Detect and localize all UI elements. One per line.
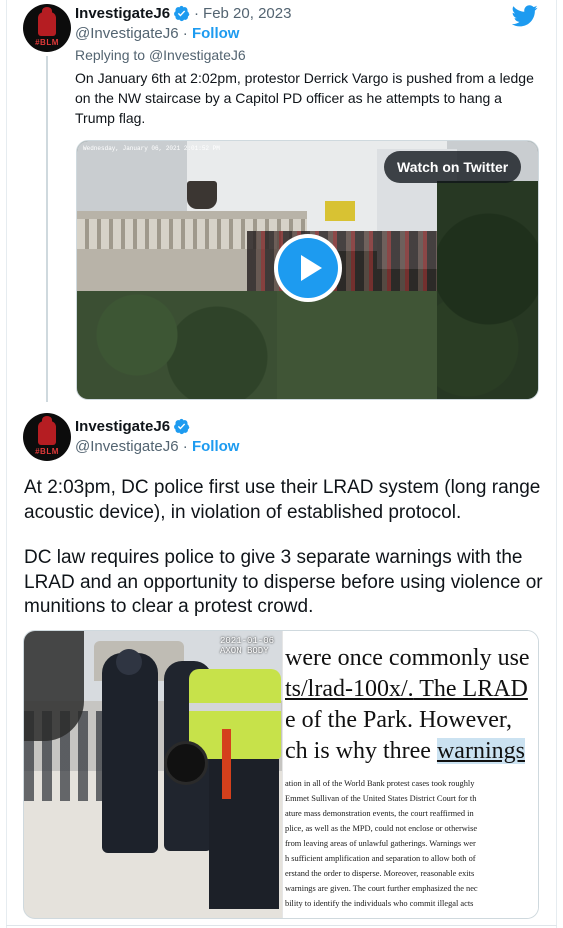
document-line-small: ation in all of the World Bank protest c… [285,779,475,788]
follow-button[interactable]: Follow [192,438,240,455]
photo-foreground-tree [24,631,84,741]
play-icon [278,238,338,298]
video-timestamp-overlay: Wednesday, January 06, 2021 2:01:52 PM [83,145,220,152]
bodycam-label: AXON BODY [220,646,269,656]
bodycam-date: 2021-01-06 [220,636,275,646]
quoted-author-row: InvestigateJ6 · Feb 20, 2023 [75,5,291,22]
document-line-small: ature mass demonstration events, the cou… [285,809,474,818]
photo-hi-vis-vest [189,669,281,759]
tweet-text-paragraph-1: At 2:03pm, DC police first use their LRA… [24,477,541,523]
document-text: The LRAD [413,676,528,702]
play-button[interactable] [274,234,342,302]
avatar[interactable]: #BLM [23,4,71,52]
video-player[interactable]: Wednesday, January 06, 2021 2:01:52 PM W… [76,140,539,400]
replying-to-label: Replying to [75,47,146,63]
document-text: ch is why three [285,738,437,764]
replying-to: Replying to @InvestigateJ6 [75,47,246,63]
bodycam-photo[interactable]: 2021-01-06 AXON BODY [24,631,282,918]
video-frame-lawn [277,291,447,399]
verified-badge-icon [174,5,190,22]
author-name[interactable]: InvestigateJ6 [75,5,170,22]
photo-officer [102,653,158,853]
play-triangle [301,255,322,281]
document-text: e of the Park. However, [285,707,512,733]
main-author-row: InvestigateJ6 [75,418,190,435]
photo-orange-pole [222,729,231,799]
quoted-tweet-text: On January 6th at 2:02pm, protestor Derr… [75,70,534,126]
document-link-text: ts/lrad-100x/. [285,676,414,702]
avatar-label: #BLM [35,447,59,456]
document-highlighted-text: warnings [436,738,525,764]
tweet-date[interactable]: Feb 20, 2023 [203,5,291,22]
tweet-text-paragraph-2: DC law requires police to give 3 separat… [24,547,543,617]
avatar[interactable]: #BLM [23,413,71,461]
document-line-small: from leaving areas of unlawful gathering… [285,839,476,848]
bodycam-stamp: 2021-01-06 AXON BODY [220,636,274,656]
thread-connector-line [46,56,48,402]
main-handle-row: @InvestigateJ6 · Follow [75,438,239,455]
document-excerpt-photo[interactable]: were once commonly use ts/lrad-100x/. The… [282,631,538,918]
document-line-small: bility to identify the individuals who c… [285,899,474,908]
watch-on-twitter-button[interactable]: Watch on Twitter [384,151,522,183]
video-frame-trees [77,291,277,399]
document-line-small: erstand the order to disperse. Moreover,… [285,869,475,878]
photo-vest-reflective-stripe [189,703,281,711]
document-line-large: e of the Park. However, [285,707,512,734]
author-handle[interactable]: @InvestigateJ6 [75,438,179,455]
tweet-media-image[interactable]: 2021-01-06 AXON BODY were once commonly … [23,630,539,919]
quoted-handle-row: @InvestigateJ6 · Follow [75,25,239,42]
document-line-large: ch is why three warnings [285,738,525,765]
follow-button[interactable]: Follow [192,25,240,42]
document-line-small: plice, as well as the MPD, could not enc… [285,824,478,833]
separator-dot: · [182,438,192,455]
document-line-small: h sufficient amplification and separatio… [285,854,476,863]
separator-dot: · [194,5,200,22]
document-line-large: ts/lrad-100x/. The LRAD [285,676,528,703]
photo-officer-helmet [116,649,142,675]
photo-officer-legs [209,759,279,909]
divider [6,925,557,926]
separator-dot: · [182,25,192,42]
video-frame-trees [437,181,538,399]
document-line-small: Emmet Sullivan of the United States Dist… [285,794,477,803]
replying-to-handle[interactable]: @InvestigateJ6 [149,47,246,63]
avatar-label: #BLM [35,38,59,47]
document-line-large: were once commonly use [285,645,530,672]
fist-icon [38,7,56,36]
twitter-bird-icon[interactable] [512,5,538,27]
document-text: were once commonly use [285,645,530,671]
author-handle[interactable]: @InvestigateJ6 [75,25,179,42]
document-line-small: warnings are given. The court further em… [285,884,478,893]
verified-badge-icon [174,418,190,435]
video-frame-flag [325,201,355,221]
fist-icon [38,416,56,445]
photo-lrad-device [164,741,208,785]
author-name[interactable]: InvestigateJ6 [75,418,170,435]
video-frame-urn [187,181,217,209]
